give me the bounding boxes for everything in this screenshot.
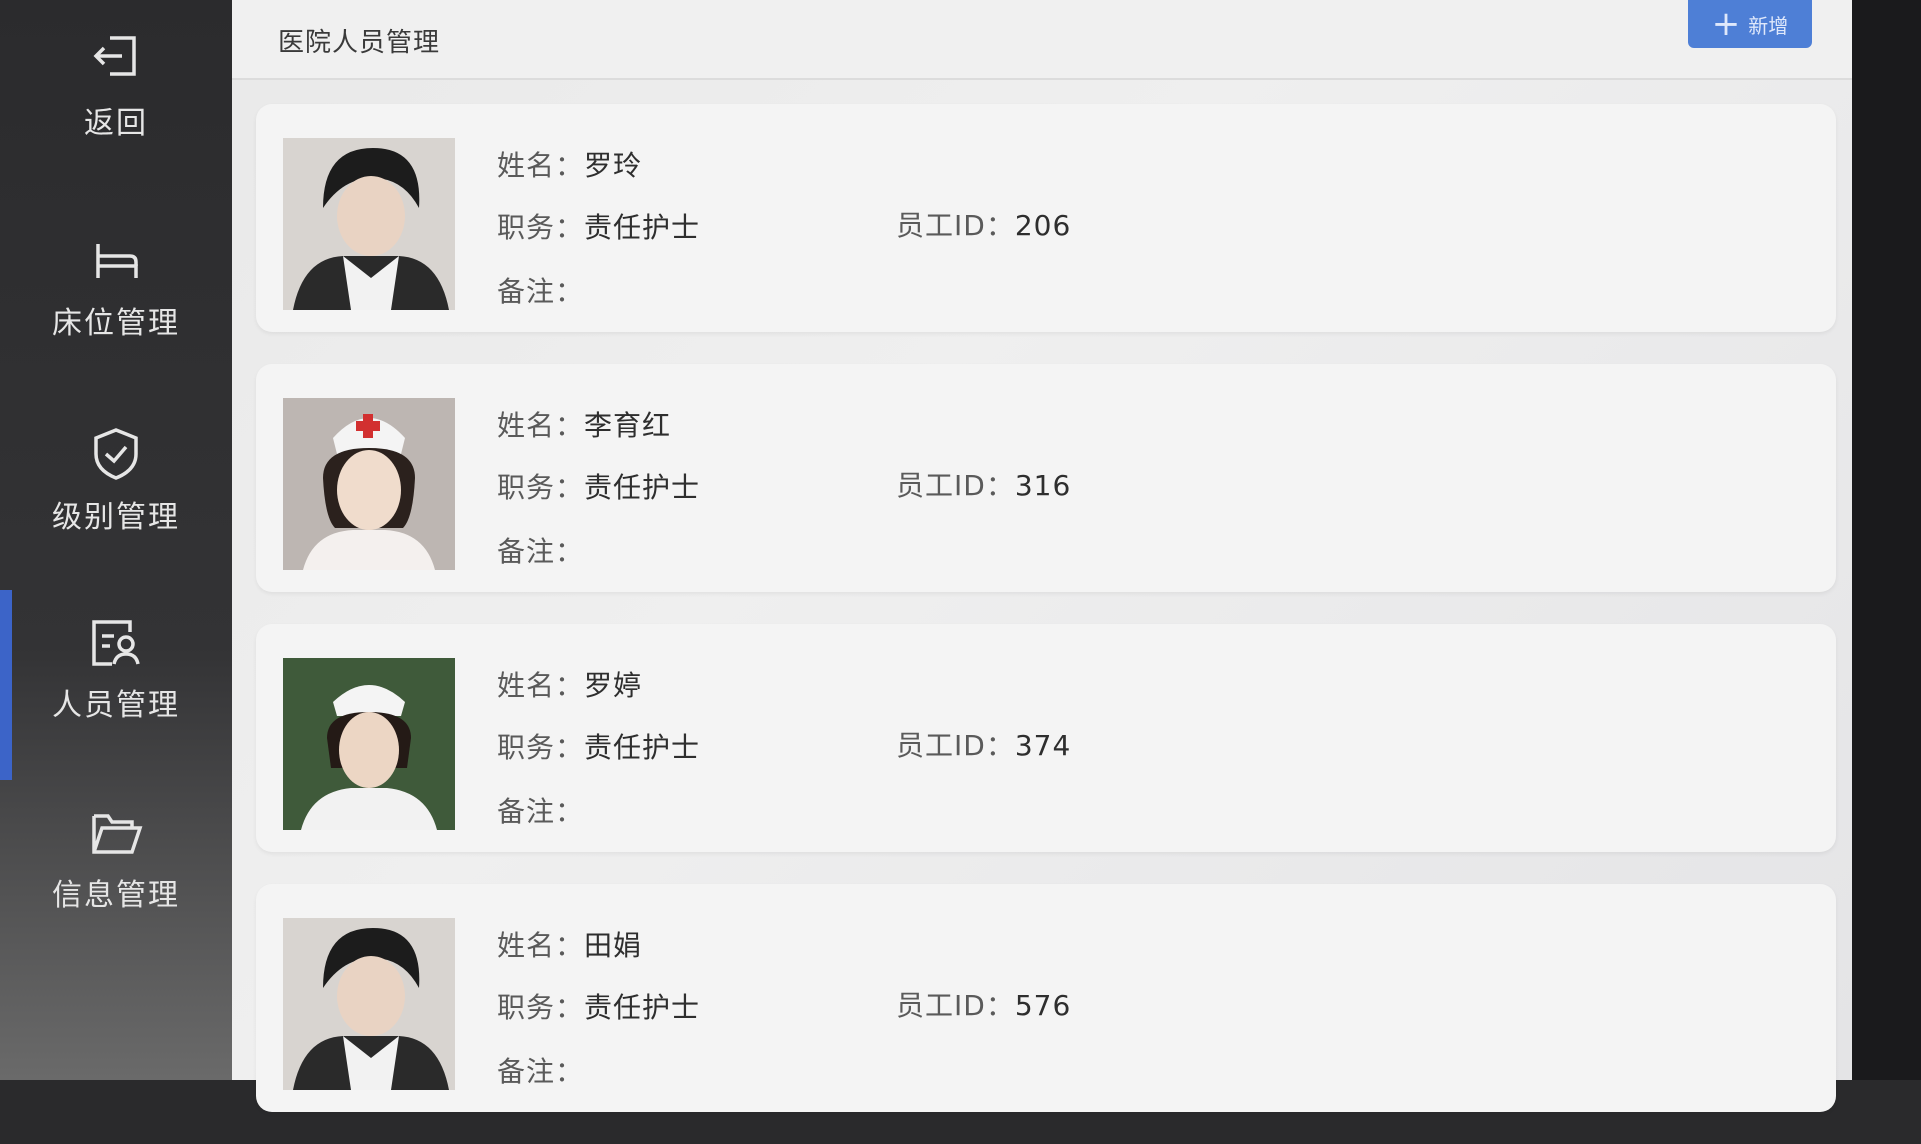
staff-name: 姓名：罗玲 — [497, 144, 642, 184]
staff-card[interactable]: 姓名：李育红 职务：责任护士 备注： 员工ID：316 — [256, 364, 1836, 592]
staff-note: 备注： — [497, 270, 584, 310]
role-label: 职务： — [497, 211, 585, 244]
staff-photo — [283, 918, 455, 1090]
header: 医院人员管理 + 新增 — [232, 0, 1852, 80]
id-label: 员工ID： — [896, 989, 1015, 1022]
sidebar-item-label: 信息管理 — [52, 878, 180, 913]
staff-id: 员工ID：374 — [896, 724, 1071, 764]
sidebar-item-label: 床位管理 — [52, 306, 180, 341]
id-value: 316 — [1014, 469, 1072, 502]
staff-id: 员工ID：316 — [896, 464, 1071, 504]
staff-photo — [283, 398, 455, 570]
staff-role: 职务：责任护士 — [497, 466, 700, 506]
role-label: 职务： — [497, 731, 585, 764]
sidebar-item-staff[interactable]: 人员管理 — [0, 590, 232, 780]
name-label: 姓名： — [497, 669, 585, 702]
id-value: 206 — [1014, 209, 1072, 242]
staff-id: 员工ID：206 — [896, 204, 1071, 244]
staff-photo — [283, 138, 455, 310]
name-value: 田娟 — [584, 929, 643, 962]
add-staff-button[interactable]: + 新增 — [1688, 0, 1812, 48]
sidebar-item-label: 级别管理 — [52, 500, 180, 535]
note-label: 备注： — [497, 1055, 585, 1088]
staff-role: 职务：责任护士 — [497, 986, 700, 1026]
staff-role: 职务：责任护士 — [497, 206, 700, 246]
id-label: 员工ID： — [896, 729, 1015, 762]
sidebar-item-info[interactable]: 信息管理 — [0, 800, 232, 914]
name-value: 李育红 — [584, 409, 672, 442]
role-value: 责任护士 — [584, 211, 701, 244]
staff-card[interactable]: 姓名：罗婷 职务：责任护士 备注： 员工ID：374 — [256, 624, 1836, 852]
note-label: 备注： — [497, 275, 585, 308]
plus-icon: + — [1711, 4, 1741, 44]
staff-card-icon — [84, 610, 148, 674]
id-label: 员工ID： — [896, 469, 1015, 502]
bed-icon — [84, 228, 148, 292]
main-panel: 医院人员管理 + 新增 姓名：罗玲 职务：责任护士 备注： 员工ID：206 姓… — [232, 0, 1852, 1112]
role-label: 职务： — [497, 991, 585, 1024]
back-icon — [84, 28, 148, 92]
role-value: 责任护士 — [584, 991, 701, 1024]
staff-name: 姓名：田娟 — [497, 924, 642, 964]
staff-list: 姓名：罗玲 职务：责任护士 备注： 员工ID：206 姓名：李育红 职务：责任护… — [256, 104, 1836, 1144]
id-value: 576 — [1014, 989, 1072, 1022]
name-value: 罗婷 — [584, 669, 643, 702]
name-label: 姓名： — [497, 929, 585, 962]
staff-id: 员工ID：576 — [896, 984, 1071, 1024]
add-button-label: 新增 — [1748, 13, 1789, 38]
staff-role: 职务：责任护士 — [497, 726, 700, 766]
shield-check-icon — [84, 422, 148, 486]
role-label: 职务： — [497, 471, 585, 504]
id-value: 374 — [1014, 729, 1072, 762]
folder-icon — [84, 800, 148, 864]
sidebar-item-label: 人员管理 — [52, 688, 180, 723]
role-value: 责任护士 — [584, 471, 701, 504]
name-label: 姓名： — [497, 409, 585, 442]
staff-note: 备注： — [497, 1050, 584, 1090]
sidebar-item-back[interactable]: 返回 — [0, 28, 232, 142]
staff-photo — [283, 658, 455, 830]
staff-note: 备注： — [497, 790, 584, 830]
sidebar-item-beds[interactable]: 床位管理 — [0, 228, 232, 342]
staff-name: 姓名：罗婷 — [497, 664, 642, 704]
role-value: 责任护士 — [584, 731, 701, 764]
note-label: 备注： — [497, 535, 585, 568]
staff-note: 备注： — [497, 530, 584, 570]
device-bezel — [1852, 0, 1921, 1080]
name-label: 姓名： — [497, 149, 585, 182]
staff-card[interactable]: 姓名：田娟 职务：责任护士 备注： 员工ID：576 — [256, 884, 1836, 1112]
sidebar: 返回 床位管理 级别管理 人员管理 信息管理 — [0, 0, 232, 1080]
staff-card[interactable]: 姓名：罗玲 职务：责任护士 备注： 员工ID：206 — [256, 104, 1836, 332]
page-title: 医院人员管理 — [278, 28, 441, 58]
note-label: 备注： — [497, 795, 585, 828]
staff-name: 姓名：李育红 — [497, 404, 671, 444]
name-value: 罗玲 — [584, 149, 643, 182]
sidebar-item-label: 返回 — [84, 106, 148, 141]
sidebar-item-levels[interactable]: 级别管理 — [0, 422, 232, 536]
id-label: 员工ID： — [896, 209, 1015, 242]
